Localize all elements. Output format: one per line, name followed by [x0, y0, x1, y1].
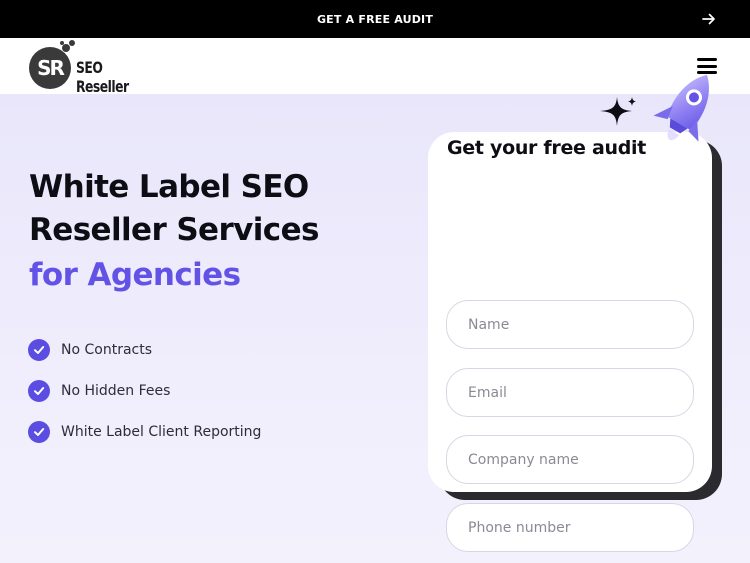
- name-field[interactable]: [446, 300, 694, 349]
- logo-mark-icon: SR: [29, 40, 75, 89]
- email-field[interactable]: [446, 368, 694, 417]
- feature-item: White Label Client Reporting: [28, 421, 261, 443]
- feature-label: No Contracts: [61, 342, 153, 358]
- feature-item: No Hidden Fees: [28, 380, 261, 402]
- hero-title: White Label SEO Reseller Services for Ag…: [29, 166, 429, 297]
- form-title: Get your free audit: [447, 137, 646, 159]
- sparkle-icon: [600, 97, 636, 126]
- top-banner[interactable]: GET A FREE AUDIT: [0, 0, 750, 38]
- logo-text: SEO Reseller: [76, 58, 129, 96]
- check-icon: [28, 421, 50, 443]
- feature-list: No Contracts No Hidden Fees White Label …: [28, 339, 261, 462]
- feature-label: No Hidden Fees: [61, 383, 171, 399]
- phone-number-field[interactable]: [446, 503, 694, 552]
- rocket-icon: [653, 74, 709, 142]
- check-icon: [28, 380, 50, 402]
- arrow-right-icon[interactable]: [701, 11, 717, 27]
- logo[interactable]: SR SEO Reseller: [28, 39, 168, 96]
- hero-title-line-1: White Label SEO: [29, 169, 309, 205]
- site-header: SR SEO Reseller: [0, 38, 750, 96]
- hero-title-line-2: Reseller Services: [29, 212, 319, 248]
- banner-text[interactable]: GET A FREE AUDIT: [317, 13, 433, 26]
- feature-label: White Label Client Reporting: [61, 424, 262, 440]
- hero-title-accent: for Agencies: [29, 257, 241, 293]
- company-name-field[interactable]: [446, 435, 694, 484]
- logo-mark-text: SR: [37, 56, 64, 80]
- feature-item: No Contracts: [28, 339, 261, 361]
- check-icon: [28, 339, 50, 361]
